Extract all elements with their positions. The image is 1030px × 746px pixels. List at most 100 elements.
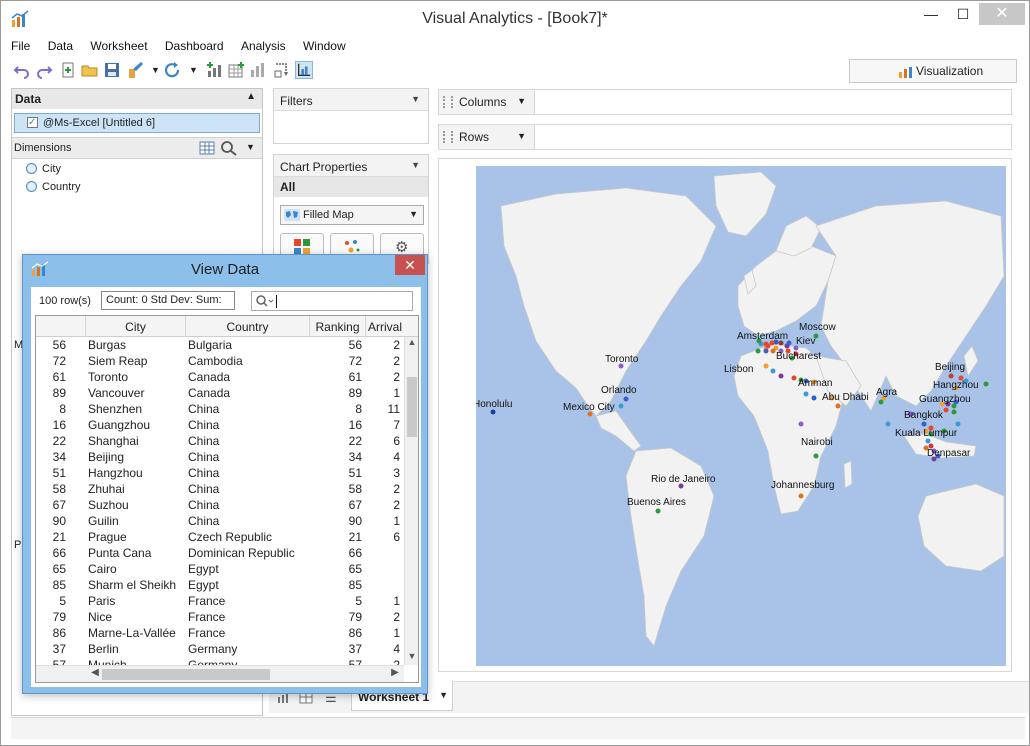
marker-nice [763,348,769,354]
bar-chart-icon[interactable] [249,61,267,79]
cell-arrival: 4 [393,642,400,656]
table-row[interactable]: 72 Siem Reap Cambodia 72 2 [36,353,404,369]
table-row[interactable]: 56 Burgas Bulgaria 56 2 [36,337,404,353]
scroll-thumb[interactable] [407,377,417,437]
cell-ranking: 86 [348,626,362,640]
grid-header-arrival[interactable]: Arrival [366,316,404,337]
map-label-moscow: Moscow [799,322,836,333]
grid-header-city[interactable]: City [86,316,186,337]
table-view-icon[interactable] [198,140,216,156]
table-row[interactable]: 37 Berlin Germany 37 4 [36,641,404,657]
table-row[interactable]: 34 Beijing China 34 4 [36,449,404,465]
dimensions-dropdown-icon[interactable]: ▼ [246,142,255,152]
new-sheet-icon[interactable] [59,61,77,79]
scroll-thumb[interactable] [102,669,270,680]
data-source-label: @Ms-Excel [Untitled 6] [43,117,156,129]
world-map[interactable]: Toronto Orlando Mexico City Honolulu Rio… [476,166,1006,666]
format-dropdown-icon[interactable]: ▼ [151,65,160,83]
visualization-tab[interactable]: Visualization [849,59,1017,83]
rows-shelf[interactable]: Rows ▼ [438,124,1012,150]
chart-type-select[interactable]: Filled Map ▼ [280,205,424,225]
search-icon[interactable] [220,140,238,156]
dimension-city[interactable]: City [26,163,61,181]
cell-country: China [188,434,220,448]
table-row[interactable]: 16 Guangzhou China 16 7 [36,417,404,433]
dialog-search-input[interactable] [251,291,413,311]
table-row[interactable]: 90 Guilin China 90 1 [36,513,404,529]
menu-window[interactable]: Window [303,39,346,53]
table-row[interactable]: 57 Munich Germany 57 2 [36,657,404,665]
cell-arrival: 2 [393,338,400,352]
undo-icon[interactable] [13,61,31,79]
columns-shelf[interactable]: Columns ▼ [438,89,1012,115]
data-panel-title: Data [15,92,42,106]
rows-dropdown-icon[interactable]: ▼ [517,131,526,141]
menu-file[interactable]: File [11,39,30,53]
table-row[interactable]: 5 Paris France 5 1 [36,593,404,609]
data-grid: City Country Ranking Arrival 56 Burgas Bul… [35,315,419,683]
menu-worksheet[interactable]: Worksheet [90,39,147,53]
menu-data[interactable]: Data [48,39,73,53]
grid-vertical-scrollbar[interactable]: ▲ ▼ [404,337,418,665]
grid-header-ranking[interactable]: Ranking [310,316,366,337]
cell-city: Beijing [88,450,125,464]
panel-resize-icon[interactable]: ▲ [246,91,256,102]
cell-city: Paris [88,594,116,608]
table-row[interactable]: 61 Toronto Canada 61 2 [36,369,404,385]
table-row[interactable]: 8 Shenzhen China 8 11 [36,401,404,417]
table-row[interactable]: 79 Nice France 79 2 [36,609,404,625]
maximize-button[interactable]: ☐ [949,3,977,25]
data-source-checkbox[interactable]: ✓ [27,117,38,128]
table-row[interactable]: 89 Vancouver Canada 89 1 [36,385,404,401]
filters-dropdown-icon[interactable]: ▼ [411,94,420,104]
table-row[interactable]: 65 Cairo Egypt 65 [36,561,404,577]
table-row[interactable]: 22 Shanghai China 22 6 [36,433,404,449]
dimension-country[interactable]: Country [26,181,81,199]
table-row[interactable]: 85 Sharm el Sheikh Egypt 85 [36,577,404,593]
cell-index: 85 [52,578,66,592]
landmass-japan [963,345,979,378]
table-row[interactable]: 66 Punta Cana Dominican Republic 66 [36,545,404,561]
chevron-down-icon: ▼ [409,209,418,219]
data-source-item[interactable]: ✓ @Ms-Excel [Untitled 6] [14,113,260,133]
cell-ranking: 22 [348,434,362,448]
refresh-icon[interactable] [163,61,181,79]
format-brush-icon[interactable] [127,61,145,79]
table-row[interactable]: 51 Hangzhou China 51 3 [36,465,404,481]
table-row[interactable]: 67 Suzhou China 67 2 [36,497,404,513]
scroll-down-icon[interactable]: ▼ [405,651,418,665]
columns-dropdown-icon[interactable]: ▼ [517,96,526,106]
columns-shelf-label: Columns ▼ [439,90,535,114]
open-folder-icon[interactable] [81,61,99,79]
add-table-icon[interactable] [227,61,245,79]
redo-icon[interactable] [35,61,53,79]
show-chart-icon[interactable] [295,61,313,79]
table-row[interactable]: 86 Marne-La-Vallée France 86 1 [36,625,404,641]
landmass-greenland [713,171,777,237]
worksheet-tab-dropdown-icon[interactable]: ▼ [439,690,448,700]
save-icon[interactable] [103,61,121,79]
close-button[interactable]: ✕ [979,3,1025,25]
minimize-button[interactable]: — [917,3,945,25]
marker-paris [755,348,761,354]
map-label-kiev: Kiev [796,336,816,347]
cell-index: 61 [52,370,66,384]
cell-country: Egypt [188,562,219,576]
grid-header-country[interactable]: Country [186,316,310,337]
scroll-right-icon[interactable]: ▶ [388,667,402,678]
cell-country: France [188,594,226,608]
cell-city: Cairo [88,562,117,576]
table-row[interactable]: 58 Zhuhai China 58 2 [36,481,404,497]
table-row[interactable]: 21 Prague Czech Republic 21 6 [36,529,404,545]
filters-shelf[interactable]: Filters ▼ [273,88,429,144]
grid-horizontal-scrollbar[interactable]: ◀ ▶ [36,665,404,682]
chart-properties-dropdown-icon[interactable]: ▼ [411,160,420,170]
menu-analysis[interactable]: Analysis [241,39,286,53]
swap-axes-icon[interactable] [273,61,291,79]
refresh-dropdown-icon[interactable]: ▼ [189,65,198,83]
scroll-up-icon[interactable]: ▲ [405,337,418,351]
scroll-left-icon[interactable]: ◀ [88,667,102,678]
menu-dashboard[interactable]: Dashboard [165,39,224,53]
add-chart-icon[interactable] [205,61,223,79]
dialog-close-button[interactable]: ✕ [395,255,425,275]
